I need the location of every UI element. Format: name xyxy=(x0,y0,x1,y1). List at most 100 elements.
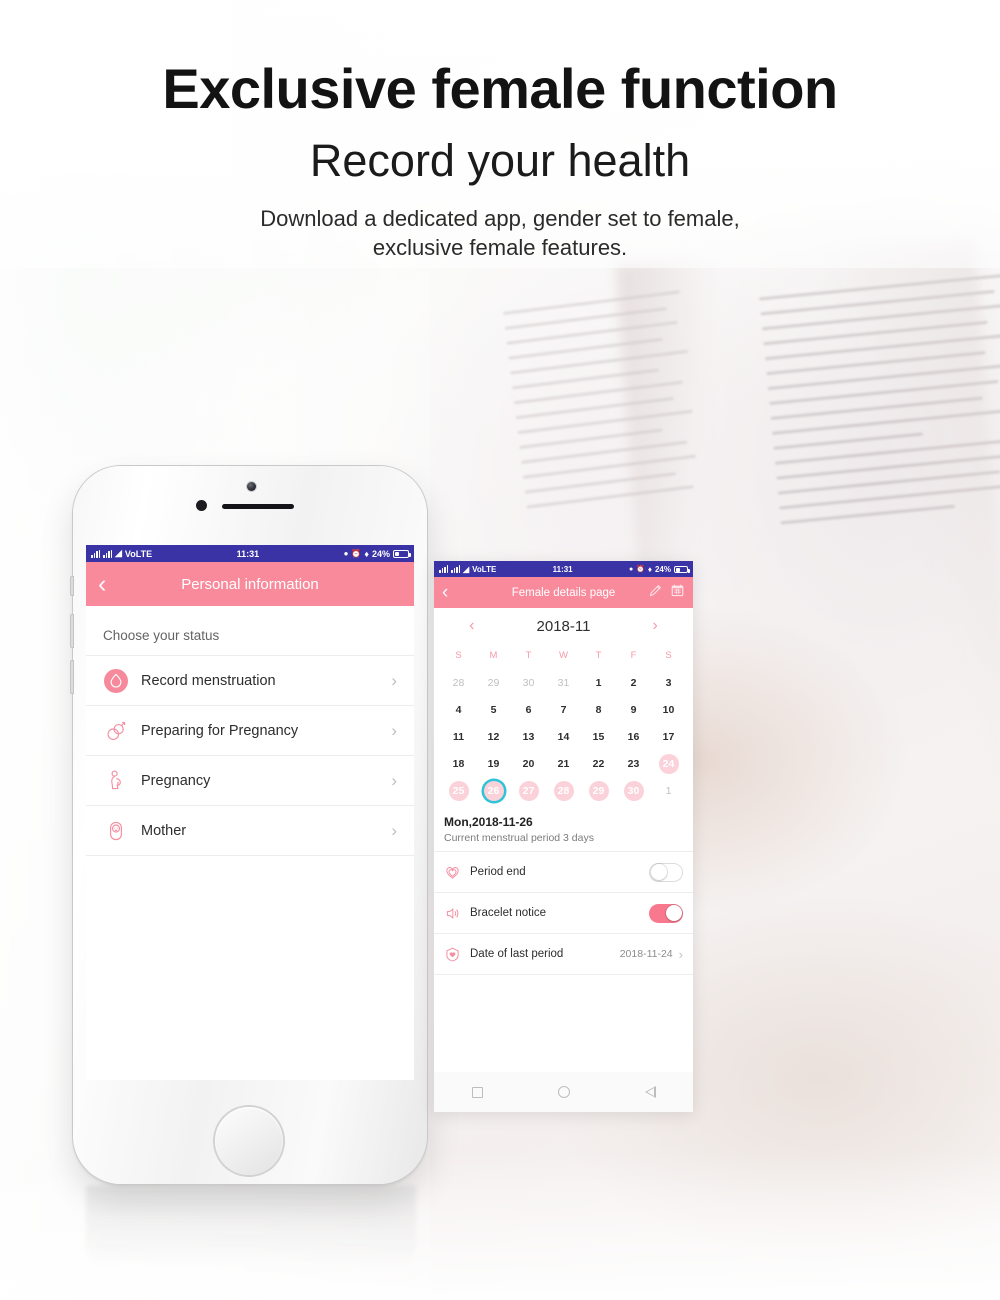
recents-square-icon[interactable] xyxy=(471,1086,483,1098)
calendar-day[interactable]: 23 xyxy=(616,751,651,776)
calendar-day[interactable]: 12 xyxy=(476,724,511,749)
status-bar-left-phone: ◢ VoLTE 11:31 ● ⏰ ♦ 24% xyxy=(86,545,414,562)
bracelet-notice-toggle[interactable] xyxy=(649,903,683,923)
pregnancy-icon xyxy=(103,768,135,794)
calendar-day[interactable]: 7 xyxy=(546,697,581,722)
front-camera-icon xyxy=(247,482,256,491)
calendar-day[interactable]: 27 xyxy=(511,778,546,803)
selected-date-note: Current menstrual period 3 days xyxy=(434,829,693,852)
page-description-line1: Download a dedicated app, gender set to … xyxy=(260,205,740,231)
calendar-day[interactable]: 28 xyxy=(441,670,476,695)
list-item-mother[interactable]: Mother › xyxy=(86,806,414,856)
calendar-day[interactable]: 30 xyxy=(616,778,651,803)
app-bar-female-details: ‹ Female details page xyxy=(434,577,693,608)
back-triangle-icon[interactable] xyxy=(644,1085,656,1098)
calendar-day[interactable]: 21 xyxy=(546,751,581,776)
android-navigation-bar xyxy=(434,1072,693,1112)
calendar-day[interactable]: 25 xyxy=(441,778,476,803)
calendar-day[interactable]: 15 xyxy=(581,724,616,749)
mother-icon xyxy=(103,818,135,844)
volume-down-button[interactable] xyxy=(70,660,74,694)
earpiece-speaker-icon xyxy=(222,504,294,509)
calendar-day[interactable]: 3 xyxy=(651,670,686,695)
detail-row-period-end[interactable]: Period end xyxy=(434,852,693,893)
calendar-day[interactable]: 11 xyxy=(441,724,476,749)
calendar-day[interactable]: 28 xyxy=(546,778,581,803)
calendar-day[interactable]: 29 xyxy=(581,778,616,803)
calendar-day[interactable]: 5 xyxy=(476,697,511,722)
calendar-day[interactable]: 6 xyxy=(511,697,546,722)
calendar-day-number: 2 xyxy=(630,676,637,689)
carrier-label: VoLTE xyxy=(124,548,153,559)
home-button[interactable] xyxy=(215,1107,283,1175)
calendar-day[interactable]: 8 xyxy=(581,697,616,722)
pen-icon[interactable] xyxy=(648,583,663,603)
detail-row-label: Bracelet notice xyxy=(470,907,547,919)
app-bar-title: Personal information xyxy=(181,575,319,593)
calendar-day-number: 28 xyxy=(553,780,574,801)
calendar-day-number: 1 xyxy=(665,784,672,797)
calendar-day[interactable]: 13 xyxy=(511,724,546,749)
calendar-day[interactable]: 2 xyxy=(616,670,651,695)
calendar-day[interactable]: 1 xyxy=(581,670,616,695)
menstruation-icon xyxy=(103,668,135,694)
home-circle-icon[interactable] xyxy=(557,1086,570,1098)
calendar-day[interactable]: 30 xyxy=(511,670,546,695)
calendar-day-number: 11 xyxy=(452,730,465,743)
signal-icon xyxy=(91,549,100,558)
calendar-day-number: 29 xyxy=(588,780,609,801)
calendar-day[interactable]: 31 xyxy=(546,670,581,695)
next-month-button[interactable]: › xyxy=(653,618,658,634)
calendar-day[interactable]: 19 xyxy=(476,751,511,776)
calendar-day-number: 12 xyxy=(487,730,500,743)
calendar-day[interactable]: 24 xyxy=(651,751,686,776)
calendar-icon[interactable] xyxy=(670,583,685,603)
calendar-day[interactable]: 4 xyxy=(441,697,476,722)
calendar-day[interactable]: 16 xyxy=(616,724,651,749)
calendar-day[interactable]: 22 xyxy=(581,751,616,776)
calendar-day[interactable]: 18 xyxy=(441,751,476,776)
status-bar-right-phone: ◢ VoLTE 11:31 ● ⏰ ♦ 24% xyxy=(434,561,693,577)
book-text-right xyxy=(759,273,1000,537)
calendar-weekday-header: W xyxy=(559,650,568,661)
calendar-day-number: 4 xyxy=(455,703,462,716)
heart-outline-icon xyxy=(444,864,468,881)
volume-up-button[interactable] xyxy=(70,614,74,648)
prev-month-button[interactable]: ‹ xyxy=(469,618,474,634)
list-item-label: Record menstruation xyxy=(141,672,276,689)
calendar-day[interactable]: 29 xyxy=(476,670,511,695)
dnd-icon: ● xyxy=(628,565,634,573)
section-label-choose-status: Choose your status xyxy=(86,606,414,656)
chevron-right-icon: › xyxy=(391,771,397,790)
page-description: Download a dedicated app, gender set to … xyxy=(0,204,1000,262)
period-end-toggle[interactable] xyxy=(649,862,683,882)
calendar-day[interactable]: 26 xyxy=(476,778,511,803)
wifi-icon: ◢ xyxy=(115,548,122,558)
detail-row-bracelet-notice[interactable]: Bracelet notice xyxy=(434,893,693,934)
calendar-day[interactable]: 20 xyxy=(511,751,546,776)
calendar-day[interactable]: 10 xyxy=(651,697,686,722)
alarm-icon: ⏰ xyxy=(351,549,362,558)
iphone-reflection xyxy=(86,1186,416,1282)
calendar-day-number: 22 xyxy=(592,757,605,770)
android-screen: ◢ VoLTE 11:31 ● ⏰ ♦ 24% ‹ Female details… xyxy=(434,561,693,1112)
calendar-day-number: 29 xyxy=(487,676,500,689)
detail-row-date-of-last-period[interactable]: Date of last period 2018-11-24 › xyxy=(434,934,693,975)
chevron-right-icon: › xyxy=(391,821,397,840)
calendar-day[interactable]: 9 xyxy=(616,697,651,722)
carrier-label: VoLTE xyxy=(472,564,497,574)
list-item-pregnancy[interactable]: Pregnancy › xyxy=(86,756,414,806)
chevron-right-icon: › xyxy=(391,671,397,690)
toggle-knob xyxy=(665,905,682,921)
list-item-record-menstruation[interactable]: Record menstruation › xyxy=(86,656,414,706)
page-title: Exclusive female function xyxy=(162,57,838,120)
calendar-day[interactable]: 1 xyxy=(651,778,686,803)
battery-icon xyxy=(392,549,411,558)
silent-switch[interactable] xyxy=(70,576,74,596)
calendar-day[interactable]: 17 xyxy=(651,724,686,749)
calendar-day-number: 6 xyxy=(525,703,532,716)
list-item-preparing-for-pregnancy[interactable]: Preparing for Pregnancy › xyxy=(86,706,414,756)
calendar-day-number: 30 xyxy=(623,780,644,801)
calendar-day[interactable]: 14 xyxy=(546,724,581,749)
bluetooth-icon: ♦ xyxy=(647,564,652,574)
